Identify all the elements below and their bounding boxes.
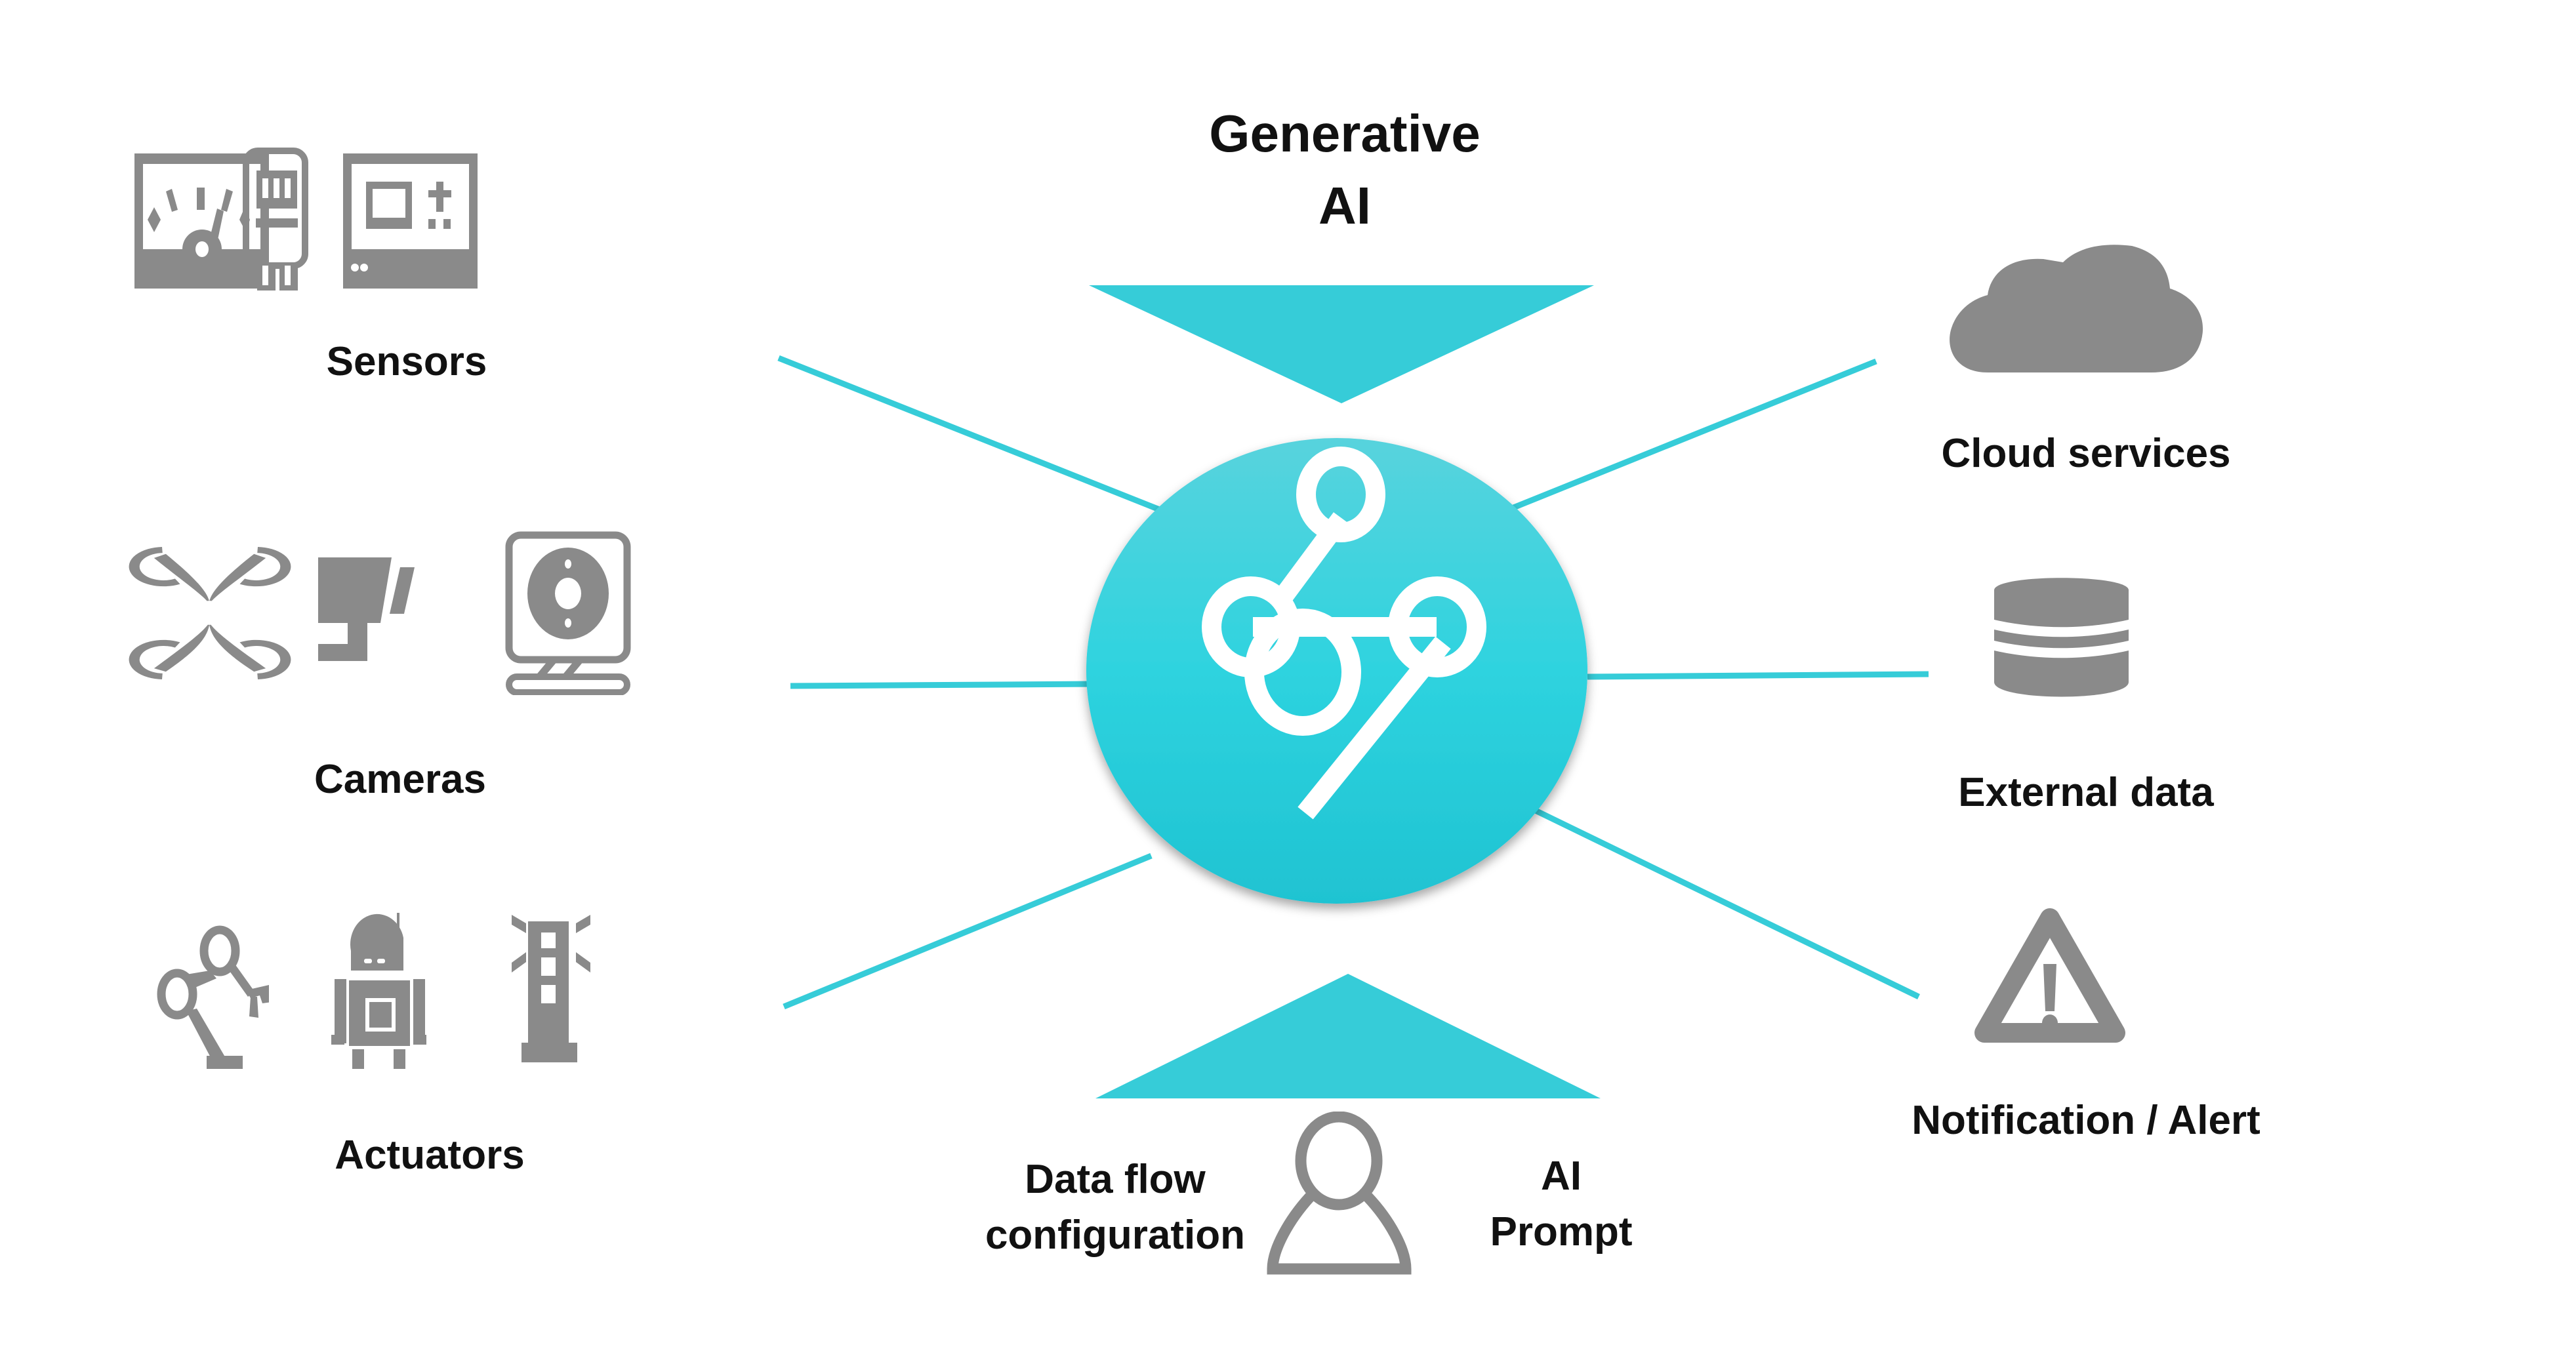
signal-tower-icon [512,915,590,1062]
robot-arm-icon [157,925,269,1069]
connector-cameras [790,681,1103,689]
title-line-1: Generative [1209,104,1481,163]
hub-node [1086,438,1587,904]
user-icon [1267,1112,1412,1275]
data-flow-config-label-1: Data flow [1025,1157,1206,1202]
connector-external-data [1587,671,1929,680]
actuators-label: Actuators [335,1133,525,1178]
cloud-icon [1950,245,2203,372]
database-icon [1994,578,2129,697]
title-line-2: AI [1319,176,1371,235]
electric-meter-icon [243,148,308,291]
diagram: Generative AI Sensors Cameras Actuators … [0,0,2576,1364]
security-camera-icon [318,557,415,661]
prompt-up-arrow-icon [1095,974,1601,1098]
drone-icon [129,546,291,680]
notification-alert-label: Notification / Alert [1912,1098,2260,1143]
external-data-label: External data [1958,770,2214,815]
webcam-icon [505,531,631,695]
ai-prompt-label-2: Prompt [1490,1209,1633,1254]
cloud-services-label: Cloud services [1941,431,2231,476]
warning-icon [1974,908,2125,1043]
ai-prompt-label-1: AI [1541,1153,1582,1199]
control-panel-icon [343,153,478,289]
robot-icon [331,913,426,1069]
data-flow-config-label-2: configuration [985,1213,1246,1258]
generative-ai-down-arrow-icon [1089,285,1594,403]
cameras-label: Cameras [314,757,486,802]
sensors-label: Sensors [326,339,487,384]
